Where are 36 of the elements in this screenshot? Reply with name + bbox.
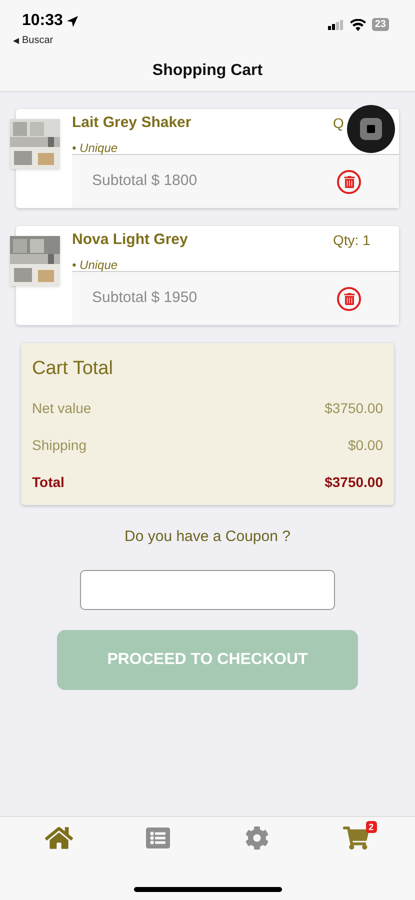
trash-icon (344, 292, 354, 304)
subtotal-text: Subtotal $ 1950 (92, 288, 198, 308)
total-row-label: Shipping (32, 436, 86, 455)
back-link[interactable]: Buscar (13, 33, 78, 48)
product-name: Nova Light Grey (72, 230, 188, 250)
total-row-label: Net value (32, 398, 92, 418)
floating-assistive-button[interactable] (347, 105, 395, 153)
page-title: Shopping Cart (152, 60, 263, 80)
trash-icon (344, 176, 354, 188)
list-icon (146, 826, 170, 850)
battery-indicator: 23 (372, 18, 389, 31)
total-row-value: $3750.00 (324, 472, 383, 492)
product-name: Lait Grey Shaker (72, 113, 192, 133)
cart-total-title: Cart Total (32, 357, 114, 381)
settings-icon (244, 826, 269, 850)
location-icon (66, 16, 78, 26)
quantity-label: Q (333, 115, 344, 131)
back-arrow-icon (13, 38, 19, 44)
cart-icon (342, 826, 369, 850)
signal-icon (328, 20, 344, 30)
total-row-value: $0.00 (348, 436, 383, 454)
quantity-label: Qty: 1 (333, 232, 370, 248)
cart-count-badge: 2 (366, 821, 377, 833)
delete-button[interactable] (337, 286, 361, 310)
home-icon (45, 825, 74, 851)
coupon-input[interactable] (80, 570, 335, 610)
total-row-value: $3750.00 (324, 398, 383, 418)
product-option: • Unique (72, 138, 192, 156)
product-option: • Unique (72, 256, 188, 274)
total-row-label: Total (32, 472, 64, 492)
wifi-icon (350, 18, 366, 30)
time: 10:33 (22, 11, 63, 31)
delete-button[interactable] (337, 170, 361, 194)
coupon-prompt: Do you have a Coupon ? (124, 526, 290, 546)
subtotal-text: Subtotal $ 1800 (92, 171, 198, 192)
tab-bar-item[interactable]: 2 (330, 821, 381, 855)
